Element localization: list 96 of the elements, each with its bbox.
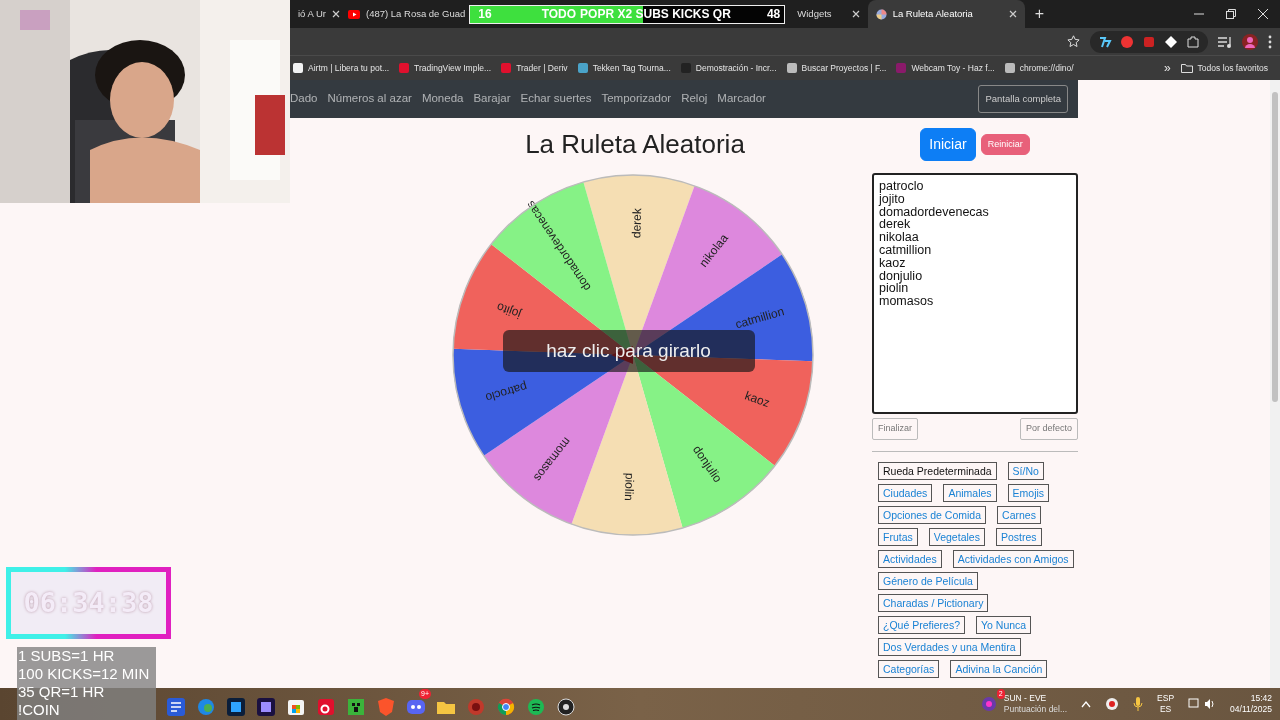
default-button[interactable]: Por defecto (1019, 418, 1078, 440)
nav-link[interactable]: Echar suertes (520, 90, 592, 108)
nav-link[interactable]: Moneda (421, 90, 464, 108)
rule-text: 35 QR=1 HR (18, 683, 106, 701)
preset-button[interactable]: ¿Qué Prefieres? (878, 615, 966, 634)
app-icon[interactable] (166, 696, 186, 717)
finish-button[interactable]: Finalizar (872, 418, 918, 440)
notification-text: Puntuación del... (1003, 704, 1068, 715)
record-icon[interactable] (1105, 697, 1120, 711)
puzzle-icon[interactable] (1186, 34, 1200, 49)
media-icon[interactable] (1218, 35, 1232, 48)
preset-button[interactable]: Frutas (878, 527, 918, 546)
preset-button[interactable]: Sí/No (1007, 461, 1044, 480)
rule-text: !COIN (18, 701, 61, 719)
preset-button[interactable]: Animales (943, 483, 997, 502)
clock[interactable]: 15:42 04/11/2025 (1230, 693, 1272, 715)
close-icon[interactable] (851, 10, 860, 18)
browser-tab[interactable]: La Ruleta Aleatoria (867, 0, 1025, 28)
browser-tab[interactable]: ió A Ur (290, 0, 340, 28)
game-icon (979, 694, 998, 712)
nav-link[interactable]: Dado (290, 90, 318, 108)
rule-text: 1 SUBS=1 HR (18, 647, 116, 665)
preset-button[interactable]: Charadas / Pictionary (878, 593, 989, 612)
extension-icon[interactable] (1164, 34, 1178, 49)
segment-label: derek (628, 207, 644, 239)
preset-button[interactable]: Vegetales (928, 527, 985, 546)
app-icon[interactable] (256, 696, 276, 717)
avatar-icon[interactable] (1242, 33, 1258, 50)
music-icon[interactable] (526, 696, 546, 717)
scrollbar-thumb[interactable] (1272, 92, 1278, 402)
play-icon (348, 9, 360, 19)
preset-button[interactable]: Rueda Predeterminada (878, 461, 997, 480)
preset-button[interactable]: Actividades con Amigos (952, 549, 1074, 568)
bookmark-link[interactable]: Buscar Proyectos | F... (786, 61, 887, 75)
close-icon[interactable] (332, 10, 340, 18)
close-icon[interactable] (1008, 10, 1017, 18)
fullscreen-button[interactable]: Pantalla completa (978, 84, 1068, 114)
segment-label: jojito (494, 299, 523, 322)
folder-icon (1180, 63, 1193, 73)
preset-button[interactable]: Yo Nunca (976, 615, 1032, 634)
names-field[interactable]: patroclo jojito domadordevenecas derek nikolaa catmillion kaoz donjulio piolin momasos (872, 173, 1078, 414)
preset-button[interactable]: Postres (995, 527, 1042, 546)
nav-link[interactable]: Marcador (717, 90, 766, 108)
browser-tab[interactable]: Widgets (789, 0, 868, 28)
reset-button[interactable]: Reiniciar (980, 133, 1030, 156)
close-icon[interactable] (1258, 9, 1268, 19)
browser-tab[interactable]: (487) La Rosa de Guad (340, 0, 466, 28)
preset-button[interactable]: Categorías (878, 659, 940, 678)
extension-icon[interactable] (1098, 34, 1112, 49)
app-icon[interactable] (346, 696, 366, 717)
notification-title: SUN - EVE (1003, 693, 1048, 704)
nav-link[interactable]: Números al azar (327, 90, 412, 108)
bookmark-link[interactable]: TradingView Imple... (399, 61, 492, 75)
preset-button[interactable]: Carnes (997, 505, 1041, 524)
goal-count: 48 (766, 6, 781, 23)
page-title: La Ruleta Aleatoria (525, 128, 745, 160)
browser-icon[interactable] (196, 696, 216, 717)
preset-button[interactable]: Dos Verdades y una Mentira (878, 637, 1021, 656)
bookmark-link[interactable]: Webcam Toy - Haz f... (896, 61, 995, 75)
bookmark-link[interactable]: Airtm | Libera tu pot... (293, 61, 390, 75)
new-tab-button[interactable]: + (1034, 2, 1044, 26)
preset-button[interactable]: Ciudades (878, 483, 933, 502)
goal-label: TODO (541, 6, 577, 23)
menu-icon[interactable] (1268, 34, 1272, 49)
preset-button[interactable]: Actividades (878, 549, 942, 568)
spin-prompt[interactable]: haz clic para girarlo (502, 330, 755, 372)
app-icon[interactable] (556, 696, 576, 717)
segment-label: catmillion (733, 304, 786, 332)
bookmark-link[interactable]: Tekken Tag Tourna... (577, 61, 671, 75)
nav-link[interactable]: Barajar (473, 90, 511, 108)
browser-icon[interactable] (496, 696, 516, 717)
start-button[interactable]: Iniciar (920, 128, 976, 161)
restore-icon[interactable] (1226, 9, 1236, 19)
bookmark-link[interactable]: chrome://dino/ (1004, 61, 1074, 75)
language-indicator[interactable]: ESP ES (1157, 693, 1175, 715)
segment-label: piolin (621, 472, 637, 502)
app-icon[interactable] (226, 696, 246, 717)
rule-text: 100 KICKS=12 MIN (18, 665, 151, 683)
star-icon[interactable] (1067, 35, 1080, 48)
nav-link[interactable]: Reloj (681, 90, 708, 108)
preset-button[interactable]: Adivina la Canción (950, 659, 1048, 678)
preset-button[interactable]: Opciones de Comida (878, 505, 987, 524)
bookmark-link[interactable]: Trader | Deriv (501, 61, 568, 75)
wheel-icon (875, 8, 887, 20)
network-volume-icon[interactable] (1188, 697, 1217, 711)
all-bookmarks-link[interactable]: Todos los favoritos (1180, 61, 1268, 75)
app-icon[interactable] (316, 696, 336, 717)
chevron-icon[interactable] (1081, 700, 1092, 708)
more-bookmarks-button[interactable]: » (1163, 59, 1171, 77)
microphone-icon[interactable] (1133, 697, 1144, 711)
segment-label: kaoz (742, 388, 772, 411)
preset-button[interactable]: Emojis (1007, 483, 1050, 502)
bookmark-link[interactable]: Demostración - Incr... (680, 61, 777, 75)
goal-count: 16 (478, 6, 492, 23)
nav-link[interactable]: Temporizador (601, 90, 672, 108)
preset-button[interactable]: Género de Película (878, 571, 978, 590)
